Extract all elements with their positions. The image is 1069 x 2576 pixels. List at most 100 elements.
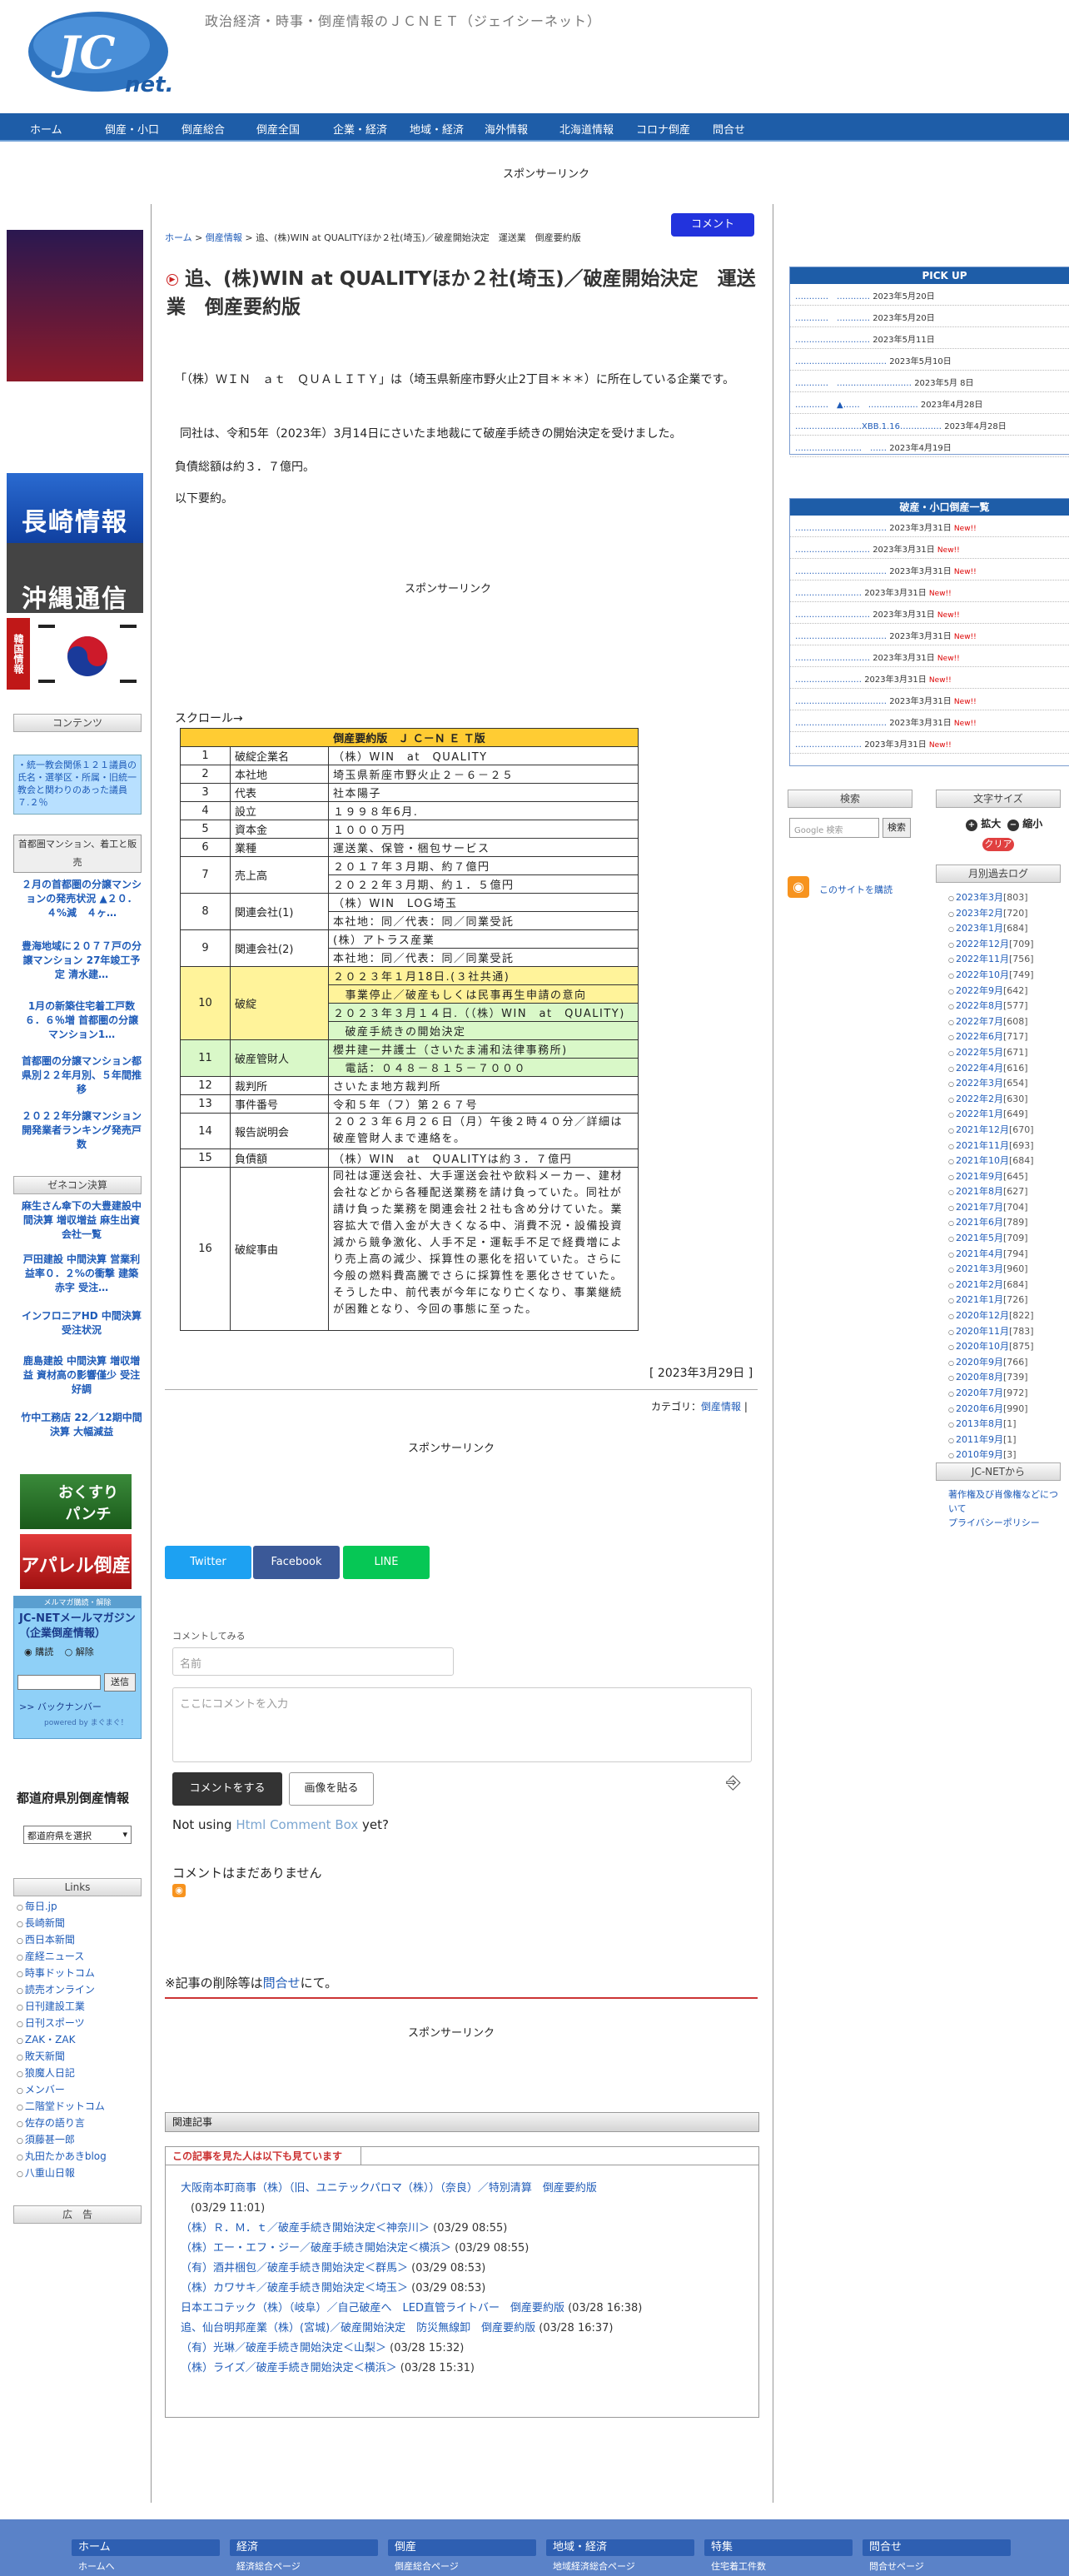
nav-contact[interactable]: 問合せ: [713, 121, 745, 137]
link-item[interactable]: 日刊建設工業: [17, 1999, 107, 2015]
korea-banner[interactable]: 韓国情報: [7, 618, 143, 690]
nav-business-economy[interactable]: 企業・経済: [333, 121, 387, 137]
highlight-box[interactable]: ・統一教会関係１２１議員の氏名・選挙区・所属・旧統一教会と関わりのあった議員７.…: [13, 755, 142, 815]
nav-bankruptcy-national[interactable]: 倒産全国: [256, 121, 300, 137]
archive-item[interactable]: 2021年8月[627]: [948, 1184, 1034, 1200]
link-item[interactable]: 産経ニュース: [17, 1949, 107, 1966]
font-shrink-button[interactable]: − 縮小: [1007, 816, 1042, 831]
related-item[interactable]: （株）エー・エフ・ジー／破産手続き開始決定＜横浜＞ (03/29 08:55): [181, 2239, 747, 2259]
tosan-item[interactable]: …………………………… 2023年3月31日 New!!: [790, 624, 1069, 645]
related-item[interactable]: （有）酒井梱包／破産手続き開始決定＜群馬＞ (03/29 08:53): [181, 2259, 747, 2279]
metro-link-2[interactable]: 豊海地域に２０７７戸の分譲マンション 27年竣工予定 清水建…: [20, 939, 143, 982]
footer-col-region[interactable]: 地域・経済 地域経済総合ページ: [546, 2539, 694, 2573]
comment-jump-button[interactable]: コメント: [671, 213, 754, 237]
pickup-item[interactable]: …………………………… 2023年5月10日: [790, 349, 1069, 371]
archive-item[interactable]: 2021年3月[960]: [948, 1262, 1034, 1278]
mailmag-radio-unsubscribe[interactable]: ○: [65, 1647, 73, 1657]
archive-item[interactable]: 2022年5月[671]: [948, 1045, 1034, 1061]
link-item[interactable]: 読売オンライン: [17, 1982, 107, 1999]
archive-item[interactable]: 2020年7月[972]: [948, 1386, 1034, 1402]
breadcrumb-category[interactable]: 倒産情報: [206, 232, 242, 243]
rss-icon[interactable]: ◉: [172, 1884, 186, 1897]
footer-col-contact[interactable]: 問合せ 問合せページ: [863, 2539, 1011, 2573]
mailmag-powered[interactable]: powered by まぐまぐ！: [44, 1717, 128, 1727]
tosan-item[interactable]: ……………………… 2023年3月31日 New!!: [790, 537, 1069, 559]
nav-corona-bankruptcy[interactable]: コロナ倒産: [636, 121, 690, 137]
breadcrumb-home[interactable]: ホーム: [165, 232, 192, 243]
mailmag-email-input[interactable]: [17, 1675, 101, 1690]
related-item[interactable]: （株）ライズ／破産手続き開始決定＜横浜＞ (03/28 15:31): [181, 2359, 747, 2379]
metro-link-3[interactable]: 1月の新築住宅着工戸数６．６％増 首都圏の分譲マンション1…: [20, 999, 143, 1042]
tosan-item[interactable]: ……………………… 2023年3月31日 New!!: [790, 602, 1069, 624]
zenecon-link-2[interactable]: 戸田建設 中間決算 営業利益率０．２%の衝撃 建築赤字 受注…: [20, 1253, 143, 1295]
okinawa-banner[interactable]: 沖縄通信: [7, 543, 143, 614]
link-item[interactable]: 八重山日報: [17, 2165, 107, 2182]
mailmag-backnumber-link[interactable]: >> バックナンバー: [19, 1700, 102, 1713]
font-enlarge-button[interactable]: + 拡大: [966, 816, 1001, 831]
twitter-share-button[interactable]: Twitter: [165, 1546, 251, 1579]
pickup-item[interactable]: ………… ▲…… ……………… 2023年4月28日: [790, 392, 1069, 414]
tosan-item[interactable]: ……………………… 2023年3月31日 New!!: [790, 645, 1069, 667]
comment-name-input[interactable]: 名前: [172, 1647, 454, 1676]
archive-item[interactable]: 2020年8月[739]: [948, 1370, 1034, 1386]
related-item[interactable]: 追、仙台明邦産業（株）(宮城)／破産開始決定 防災無線卸 倒産要約版 (03/2…: [181, 2319, 747, 2339]
archive-item[interactable]: 2020年10月[875]: [948, 1339, 1034, 1355]
mailmag-submit-button[interactable]: 送信: [104, 1673, 136, 1692]
footer-col-special[interactable]: 特集 住宅着工件数: [704, 2539, 853, 2573]
related-item[interactable]: （株）Ｒ．Ｍ．ｔ／破産手続き開始決定＜神奈川＞ (03/29 08:55): [181, 2219, 747, 2239]
copyright-link[interactable]: 著作権及び肖像権などについて: [948, 1487, 1065, 1516]
archive-item[interactable]: 2022年2月[630]: [948, 1092, 1034, 1108]
tosan-item[interactable]: …………………………… 2023年3月31日 New!!: [790, 710, 1069, 732]
privacy-link[interactable]: プライバシーポリシー: [948, 1516, 1065, 1530]
archive-item[interactable]: 2021年6月[789]: [948, 1215, 1034, 1231]
archive-item[interactable]: 2021年4月[794]: [948, 1247, 1034, 1263]
archive-item[interactable]: 2022年6月[717]: [948, 1029, 1034, 1045]
metro-link-5[interactable]: ２０２２年分譲マンション 開発業者ランキング発売戸数: [20, 1109, 143, 1152]
line-share-button[interactable]: LINE: [343, 1546, 430, 1579]
archive-item[interactable]: 2021年2月[684]: [948, 1278, 1034, 1293]
archive-item[interactable]: 2021年5月[709]: [948, 1231, 1034, 1247]
archive-item[interactable]: 2022年4月[616]: [948, 1061, 1034, 1077]
archive-item[interactable]: 2022年7月[608]: [948, 1014, 1034, 1030]
archive-item[interactable]: 2021年1月[726]: [948, 1293, 1034, 1308]
archive-item[interactable]: 2020年9月[766]: [948, 1355, 1034, 1371]
link-item[interactable]: 狼魔人日記: [17, 2065, 107, 2082]
archive-item[interactable]: 2020年12月[822]: [948, 1308, 1034, 1324]
footer-col-economy[interactable]: 経済 経済総合ページ: [230, 2539, 378, 2573]
pickup-item[interactable]: …………………… …… 2023年4月19日: [790, 436, 1069, 457]
archive-item[interactable]: 2021年10月[684]: [948, 1153, 1034, 1169]
category-link[interactable]: 倒産情報: [701, 1401, 741, 1413]
pickup-item[interactable]: ………… ………… 2023年5月20日: [790, 284, 1069, 306]
archive-item[interactable]: 2021年7月[704]: [948, 1200, 1034, 1216]
zenecon-link-4[interactable]: 鹿島建設 中間決算 増収増益 資材高の影響僅少 受注好調: [20, 1354, 143, 1397]
delete-contact-link[interactable]: 問合せ: [263, 1976, 301, 1991]
zenecon-link-1[interactable]: 麻生さん傘下の大豊建設中間決算 増収増益 麻生出資会社一覧: [20, 1199, 143, 1242]
related-item[interactable]: （株）カワサキ／破産手続き開始決定＜埼玉＞ (03/29 08:53): [181, 2279, 747, 2299]
archive-item[interactable]: 2021年12月[670]: [948, 1123, 1034, 1139]
archive-item[interactable]: 2021年9月[645]: [948, 1169, 1034, 1185]
site-logo[interactable]: JC net.: [25, 10, 183, 100]
tosan-item[interactable]: …………………………… 2023年3月31日 New!!: [790, 559, 1069, 580]
footer-col-bankruptcy[interactable]: 倒産 倒産総合ページ: [388, 2539, 536, 2573]
pickup-item[interactable]: ……………………… 2023年5月11日: [790, 327, 1069, 349]
nav-hokkaido[interactable]: 北海道情報: [559, 121, 614, 137]
archive-item[interactable]: 2022年3月[654]: [948, 1076, 1034, 1092]
metro-link-1[interactable]: ２月の首都圏の分譲マンションの発売状況 ▲２０．４%減 ４ヶ…: [20, 878, 143, 920]
archive-item[interactable]: 2020年11月[783]: [948, 1324, 1034, 1340]
nagasaki-banner[interactable]: 長崎情報: [7, 473, 143, 543]
search-input[interactable]: Google 検索: [789, 818, 879, 838]
archive-item[interactable]: 2022年12月[709]: [948, 937, 1034, 953]
event-poster-banner[interactable]: [7, 230, 143, 381]
related-item[interactable]: 大阪南本町商事（株）（旧、ユニテックパロマ（株））（奈良）／特別清算 倒産要約版…: [181, 2179, 747, 2219]
pickup-item[interactable]: ……………………XBB.1.16…………… 2023年4月28日: [790, 414, 1069, 436]
subscribe-link[interactable]: このサイトを購読: [819, 883, 892, 896]
archive-item[interactable]: 2022年11月[756]: [948, 952, 1034, 968]
link-item[interactable]: 佐存の語り言: [17, 2115, 107, 2132]
okusuri-banner[interactable]: おくすり パンチ: [20, 1474, 132, 1529]
tosan-item[interactable]: …………………………… 2023年3月31日 New!!: [790, 689, 1069, 710]
paste-image-button[interactable]: 画像を貼る: [289, 1772, 374, 1806]
pickup-item[interactable]: ………… ………… 2023年5月20日: [790, 306, 1069, 327]
link-item[interactable]: 二階堂ドットコム: [17, 2099, 107, 2115]
link-item[interactable]: 西日本新聞: [17, 1932, 107, 1949]
archive-item[interactable]: 2023年2月[720]: [948, 906, 1034, 922]
